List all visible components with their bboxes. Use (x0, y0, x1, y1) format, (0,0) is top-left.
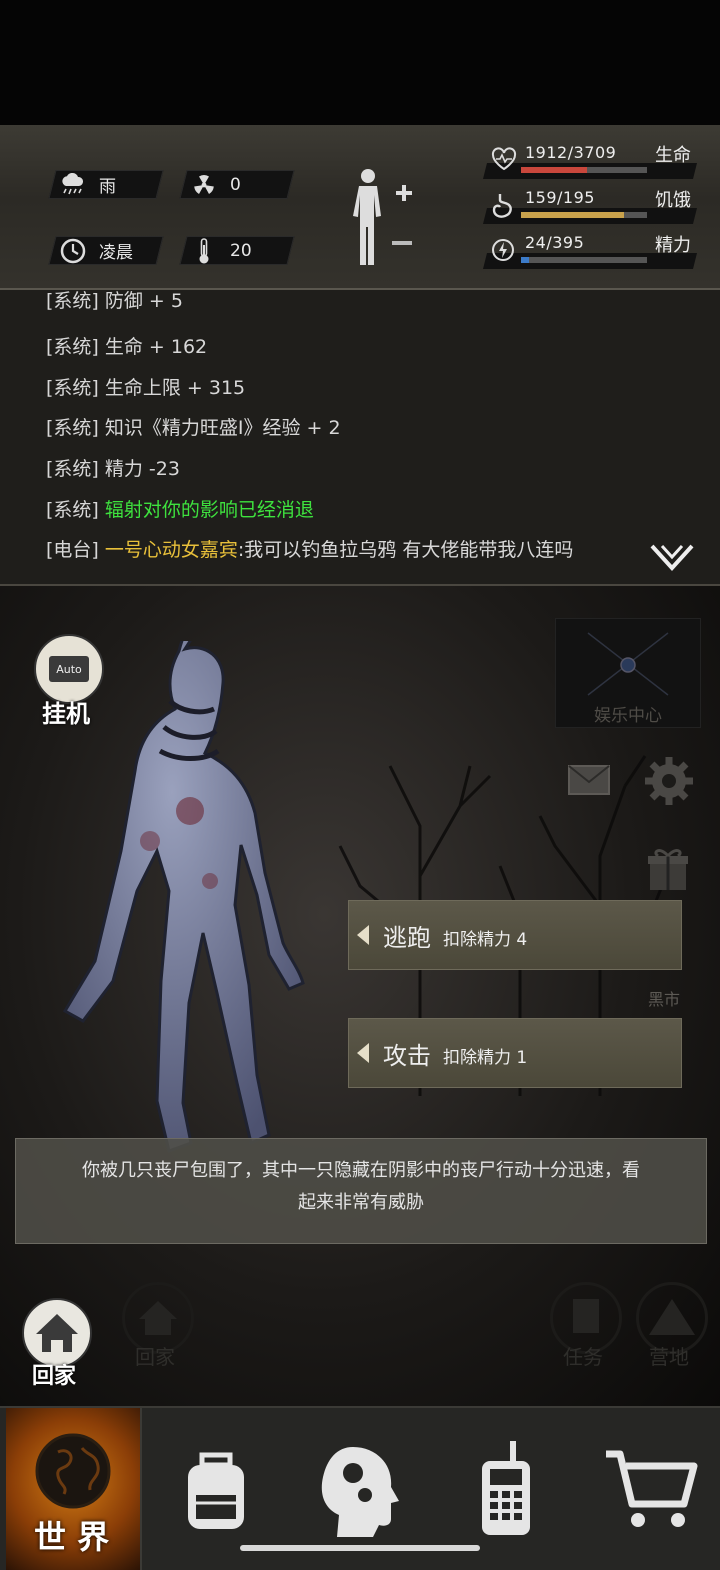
life-value: 1912/3709 (525, 143, 617, 162)
log-line-radio: [电台] 一号心动女嘉宾:我可以钓鱼拉乌鸦 有大佬能带我八连吗 (46, 539, 574, 561)
log-line: [系统] 辐射对你的影响已经消退 (46, 499, 314, 521)
go-home-label: 回家 (32, 1364, 77, 1389)
flee-cost: 扣除精力 4 (443, 929, 528, 950)
entertainment-center-label: 娱乐中心 (594, 706, 662, 726)
lightning-icon (491, 237, 519, 265)
weather-value: 雨 (99, 177, 116, 197)
energy-bar (521, 257, 647, 263)
map-node-icon (587, 632, 669, 696)
task-label: 任务 (563, 1345, 603, 1369)
camp-label: 营地 (649, 1345, 689, 1369)
entertainment-center-button[interactable]: 娱乐中心 (555, 618, 701, 728)
clock-icon (59, 237, 87, 265)
task-button[interactable]: 任务 (550, 1282, 622, 1369)
life-label: 生命 (655, 145, 691, 166)
temperature-tag: 20 (179, 236, 295, 265)
hunger-bar (521, 212, 647, 218)
status-panel: 雨 0 凌晨 20 1912/3709 生命 159/195 饥饿 24/395… (0, 125, 720, 290)
black-market-label: 黑市 (648, 990, 681, 1009)
body-figure-icon (353, 169, 412, 265)
flee-label: 逃跑 (383, 923, 431, 952)
life-stat: 1912/3709 生命 (483, 143, 705, 181)
radiation-icon (190, 171, 218, 199)
shopping-cart-icon (606, 1450, 698, 1527)
expand-log-chevron-icon[interactable] (648, 540, 696, 576)
left-arrow-icon (357, 1043, 369, 1063)
left-arrow-icon (357, 925, 369, 945)
walkie-talkie-icon (482, 1441, 530, 1535)
log-line: [系统] 生命上限 + 315 (46, 377, 246, 399)
globe-icon (35, 1433, 111, 1509)
heart-icon (491, 147, 519, 175)
log-line: [系统] 精力 -23 (46, 458, 180, 480)
log-line: [系统] 防御 + 5 (46, 290, 183, 312)
radiation-value: 0 (230, 174, 241, 195)
energy-value: 24/395 (525, 233, 585, 252)
flee-button[interactable]: 逃跑 扣除精力 4 (348, 900, 682, 970)
rain-cloud-icon (59, 171, 87, 199)
nav-shop[interactable] (580, 1408, 720, 1570)
hunger-label: 饥饿 (655, 190, 691, 211)
energy-label: 精力 (655, 235, 691, 256)
message-log[interactable]: [系统] 防御 + 5 [系统] 生命 + 162 [系统] 生命上限 + 31… (0, 290, 720, 586)
radiation-tag: 0 (179, 170, 295, 199)
log-line: [系统] 生命 + 162 (46, 336, 208, 358)
gift-icon[interactable] (644, 844, 692, 896)
nav-world[interactable]: 世 界 (6, 1408, 142, 1570)
auto-idle-label: 挂机 (42, 700, 90, 728)
time-tag: 凌晨 (48, 236, 164, 265)
hunger-value: 159/195 (525, 188, 595, 207)
auto-idle-button[interactable]: Auto 挂机 (34, 634, 104, 728)
body-status-button[interactable] (346, 165, 418, 269)
attack-cost: 扣除精力 1 (443, 1047, 528, 1068)
thermometer-icon (190, 237, 218, 265)
energy-stat: 24/395 精力 (483, 233, 705, 271)
attack-label: 攻击 (383, 1041, 431, 1070)
temperature-value: 20 (230, 240, 252, 261)
log-line: [系统] 知识《精力旺盛Ⅰ》经验 + 2 (46, 417, 341, 439)
world-label: 世 界 (34, 1518, 110, 1556)
camp-button[interactable]: 营地 (636, 1282, 708, 1369)
time-value: 凌晨 (99, 243, 133, 263)
stomach-icon (491, 192, 519, 220)
brain-head-icon (321, 1447, 399, 1537)
settings-gear-icon[interactable] (642, 754, 696, 808)
home-indicator-bar[interactable] (240, 1545, 480, 1551)
backpack-icon (188, 1452, 244, 1529)
hunger-stat: 159/195 饥饿 (483, 188, 705, 226)
life-bar (521, 167, 647, 173)
weather-tag: 雨 (48, 170, 164, 199)
attack-button[interactable]: 攻击 扣除精力 1 (348, 1018, 682, 1088)
mail-icon[interactable] (563, 756, 615, 804)
go-home-button[interactable]: 回家 (22, 1298, 92, 1390)
event-description: 你被几只丧尸包围了，其中一只隐藏在阴影中的丧尸行动十分迅速，看起来非常有威胁 (15, 1138, 707, 1244)
faded-home-button: 回家 (122, 1282, 194, 1369)
encounter-scene: Auto 挂机 娱乐中心 黑市 逃跑 扣除精力 4 攻击 扣除精力 1 你被几只… (0, 586, 720, 1406)
